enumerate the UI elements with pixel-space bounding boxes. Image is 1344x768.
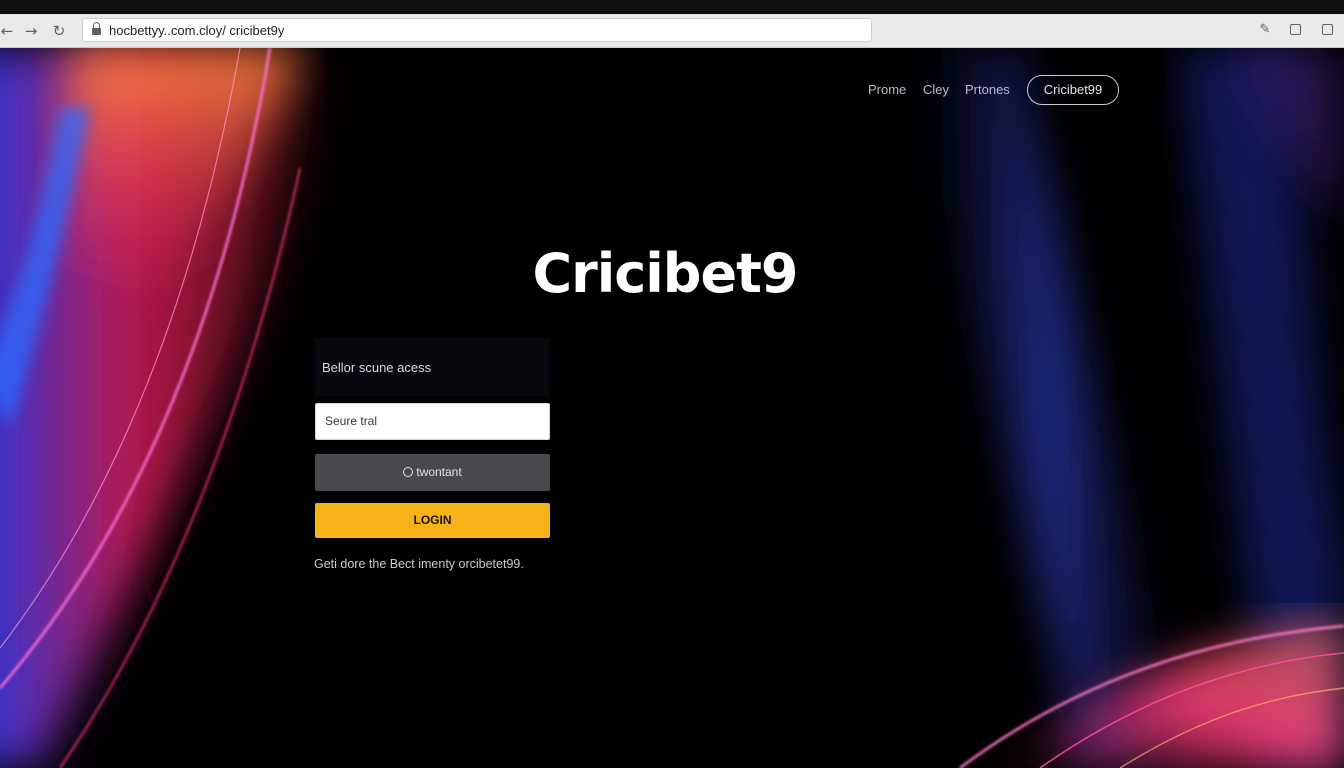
secure-trial-input[interactable]: Seure tral bbox=[315, 403, 550, 440]
window-top-strip bbox=[0, 0, 1344, 14]
nav-link-cley[interactable]: Cley bbox=[923, 82, 949, 97]
back-arrow-icon[interactable]: ← bbox=[0, 20, 18, 42]
pen-icon[interactable]: ✎ bbox=[1256, 21, 1274, 39]
extensions-icon[interactable] bbox=[1286, 21, 1304, 39]
option-label: twontant bbox=[416, 465, 462, 479]
copy-icon[interactable] bbox=[1318, 21, 1336, 39]
url-text: hocbettyy..com.cloy/ cricibet9y bbox=[109, 23, 285, 38]
nav-pill-button[interactable]: Cricibet99 bbox=[1027, 75, 1119, 105]
forward-arrow-icon[interactable]: → bbox=[20, 20, 42, 42]
address-bar[interactable]: hocbettyy..com.cloy/ cricibet9y bbox=[82, 18, 872, 42]
login-button[interactable]: LOGIN bbox=[315, 503, 550, 538]
lock-icon bbox=[92, 22, 101, 35]
page-body: Prome Cley Prtones Cricibet99 Cricibet9 … bbox=[0, 48, 1344, 768]
nav-link-prtones[interactable]: Prtones bbox=[965, 82, 1010, 97]
nav-link-prome[interactable]: Prome bbox=[868, 82, 906, 97]
login-heading: Bellor scune acess bbox=[322, 360, 432, 375]
background-light-streaks bbox=[0, 48, 1344, 768]
browser-toolbar: ← → ↻ hocbettyy..com.cloy/ cricibet9y ✎ bbox=[0, 14, 1344, 48]
option-button[interactable]: twontant bbox=[315, 454, 550, 491]
reload-icon[interactable]: ↻ bbox=[48, 20, 70, 42]
login-card-header: Bellor scune acess bbox=[314, 338, 550, 396]
radio-circle-icon bbox=[403, 467, 414, 477]
hero-title: Cricibet9 bbox=[532, 242, 799, 305]
login-footer-text: Geti dore the Bect imenty orcibetet99. bbox=[314, 557, 524, 571]
